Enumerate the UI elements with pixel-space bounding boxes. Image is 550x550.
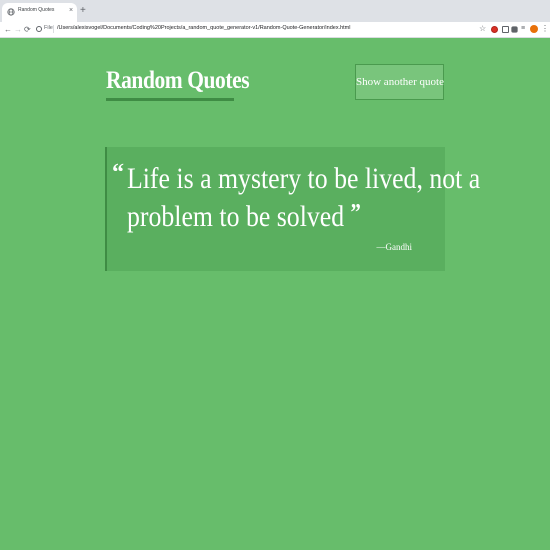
quote-line-2-text: problem to be solved bbox=[127, 200, 345, 233]
quote-line-2: problem to be solved ” bbox=[127, 196, 394, 234]
new-tab-icon[interactable]: + bbox=[80, 5, 86, 17]
extension-red-icon[interactable] bbox=[491, 26, 498, 33]
browser-menu-icon[interactable]: ⋮ bbox=[541, 23, 549, 35]
extension-list-icon[interactable]: ≡ bbox=[521, 24, 525, 34]
close-quote-mark: ” bbox=[350, 200, 361, 226]
show-another-quote-button[interactable]: Show another quote bbox=[355, 64, 444, 100]
forward-arrow-icon[interactable]: → bbox=[14, 24, 22, 36]
globe-icon bbox=[7, 8, 15, 16]
quote-line-1: Life is a mystery to be lived, not a bbox=[127, 162, 481, 195]
address-bar[interactable]: /Users/alexisvogel/Documents/Coding%20Pr… bbox=[57, 25, 351, 31]
close-tab-icon[interactable]: × bbox=[69, 6, 73, 16]
bookmark-star-icon[interactable]: ☆ bbox=[479, 23, 486, 35]
info-icon[interactable] bbox=[36, 26, 42, 32]
browser-tab[interactable]: Random Quotes × bbox=[2, 3, 77, 22]
reload-icon[interactable]: ⟳ bbox=[24, 24, 31, 36]
browser-tab-bar: Random Quotes × + bbox=[0, 0, 550, 22]
tab-title: Random Quotes bbox=[18, 7, 55, 13]
title-underline bbox=[106, 98, 234, 101]
url-scheme-label: File bbox=[44, 25, 53, 31]
back-arrow-icon[interactable]: ← bbox=[4, 24, 12, 36]
page-title: Random Quotes bbox=[106, 67, 250, 94]
quote-author: —Gandhi bbox=[376, 242, 413, 252]
quote-text: Life is a mystery to be lived, not a pro… bbox=[127, 161, 481, 234]
quote-card: “ Life is a mystery to be lived, not a p… bbox=[105, 147, 481, 271]
browser-toolbar: ← → ⟳ File /Users/alexisvogel/Documents/… bbox=[0, 22, 550, 38]
page-content: Random Quotes Show another quote “ Life … bbox=[0, 39, 550, 550]
profile-avatar[interactable] bbox=[530, 25, 538, 33]
open-quote-mark: “ bbox=[112, 160, 124, 186]
address-separator bbox=[53, 25, 54, 33]
extension-puzzle-icon[interactable] bbox=[511, 26, 518, 33]
extension-document-icon[interactable] bbox=[502, 26, 509, 33]
